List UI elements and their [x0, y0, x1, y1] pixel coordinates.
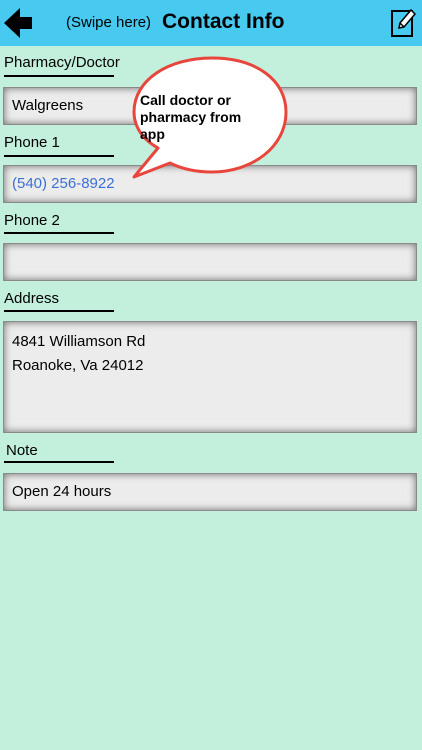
address-label: Address: [4, 290, 60, 307]
label-underline: [4, 310, 114, 312]
address-line-2: Roanoke, Va 24012: [12, 357, 144, 374]
label-underline: [4, 461, 114, 463]
callout-text: Call doctor or pharmacy from app: [140, 92, 242, 142]
phone-1-link[interactable]: (540) 256-8922: [12, 172, 115, 196]
note-field[interactable]: Open 24 hours: [3, 473, 417, 511]
address-line-1: 4841 Williamson Rd: [12, 333, 146, 350]
top-navigation-bar: (Swipe here) Contact Info: [0, 0, 422, 46]
phone-2-field[interactable]: [3, 243, 417, 281]
label-underline: [4, 75, 114, 77]
arrow-left-icon[interactable]: [4, 6, 34, 40]
pharmacy-doctor-label: Pharmacy/Doctor: [4, 54, 120, 71]
phone-2-label: Phone 2: [4, 212, 60, 229]
label-underline: [4, 232, 114, 234]
note-value: Open 24 hours: [12, 483, 112, 500]
pharmacy-doctor-value: Walgreens: [12, 97, 84, 114]
pencil-edit-icon[interactable]: [390, 6, 416, 38]
page-title: Contact Info: [162, 10, 285, 33]
note-label: Note: [6, 442, 38, 459]
label-underline: [4, 155, 114, 157]
swipe-hint: (Swipe here): [66, 14, 152, 31]
phone-1-label: Phone 1: [4, 134, 60, 151]
address-field[interactable]: 4841 Williamson Rd Roanoke, Va 24012: [3, 321, 417, 433]
